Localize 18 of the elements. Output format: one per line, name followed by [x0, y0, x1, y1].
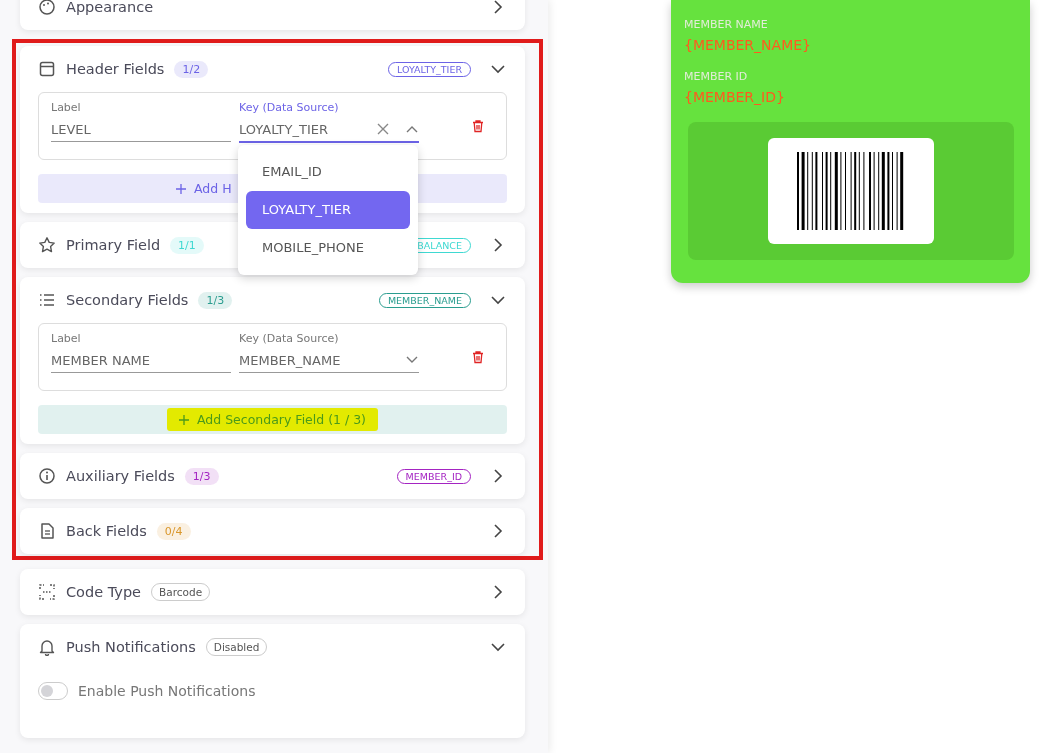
field-caption: Key (Data Source) [239, 101, 340, 116]
count-pill: 0/4 [156, 522, 191, 540]
highlighter-mark: Add Secondary Field (1 / 3) [167, 408, 378, 431]
pass-field-value: {MEMBER_NAME} [684, 37, 812, 53]
toggle-label: Enable Push Notifications [78, 683, 256, 699]
field-caption: Label [51, 101, 82, 116]
count-pill: 1/2 [174, 60, 209, 78]
count-pill: 1/3 [184, 467, 219, 485]
count-pill: 1/1 [170, 236, 204, 254]
key-tag: MEMBER_ID [396, 468, 471, 484]
key-tag: LOYALTY_TIER [387, 61, 471, 77]
pass-field-label: MEMBER NAME [684, 18, 769, 31]
count-pill: 1/3 [198, 291, 233, 309]
field-caption: Label [51, 332, 82, 347]
field-caption: Key (Data Source) [239, 332, 340, 347]
pass-field-value: {MEMBER_ID} [684, 89, 786, 105]
key-tag: MEMBER_NAME [378, 292, 471, 308]
pass-field-label: MEMBER ID [684, 70, 749, 83]
